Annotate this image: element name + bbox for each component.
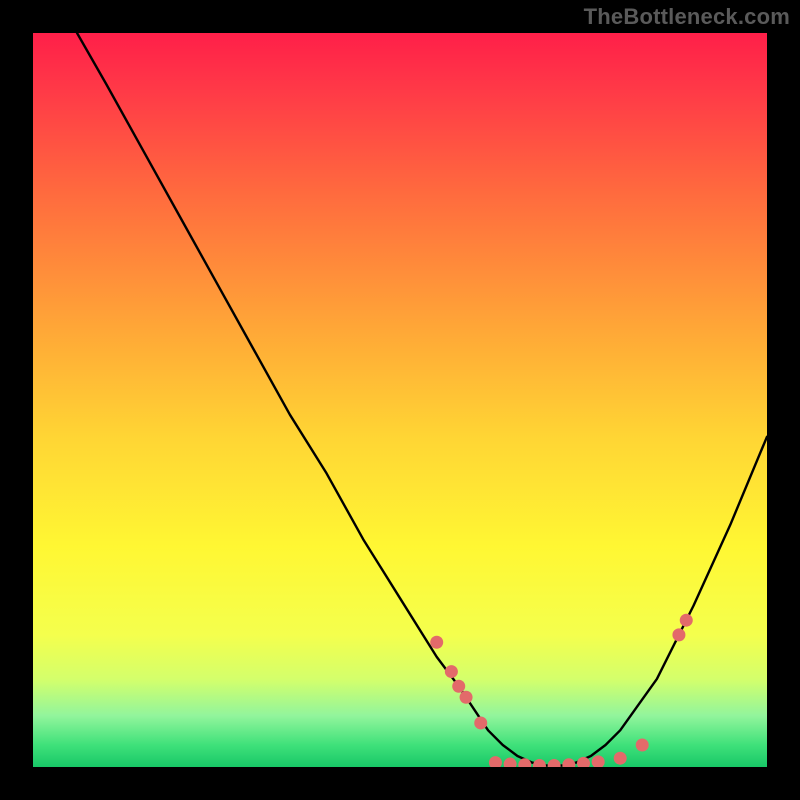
curve-layer xyxy=(77,33,767,766)
marker-point xyxy=(518,758,531,767)
marker-point xyxy=(672,628,685,641)
chart-frame: TheBottleneck.com xyxy=(0,0,800,800)
marker-point xyxy=(504,758,517,767)
marker-point xyxy=(577,757,590,767)
marker-point xyxy=(636,738,649,751)
watermark-text: TheBottleneck.com xyxy=(584,4,790,30)
marker-point xyxy=(562,758,575,767)
marker-point xyxy=(548,759,561,767)
plot-area xyxy=(33,33,767,767)
marker-point xyxy=(460,691,473,704)
marker-point xyxy=(614,752,627,765)
marker-point xyxy=(430,636,443,649)
bottleneck-curve xyxy=(77,33,767,766)
marker-point xyxy=(489,756,502,767)
markers-layer xyxy=(430,614,693,767)
marker-point xyxy=(445,665,458,678)
marker-point xyxy=(533,759,546,767)
marker-point xyxy=(474,716,487,729)
marker-point xyxy=(452,680,465,693)
marker-point xyxy=(680,614,693,627)
marker-point xyxy=(592,755,605,767)
curve-svg xyxy=(33,33,767,767)
